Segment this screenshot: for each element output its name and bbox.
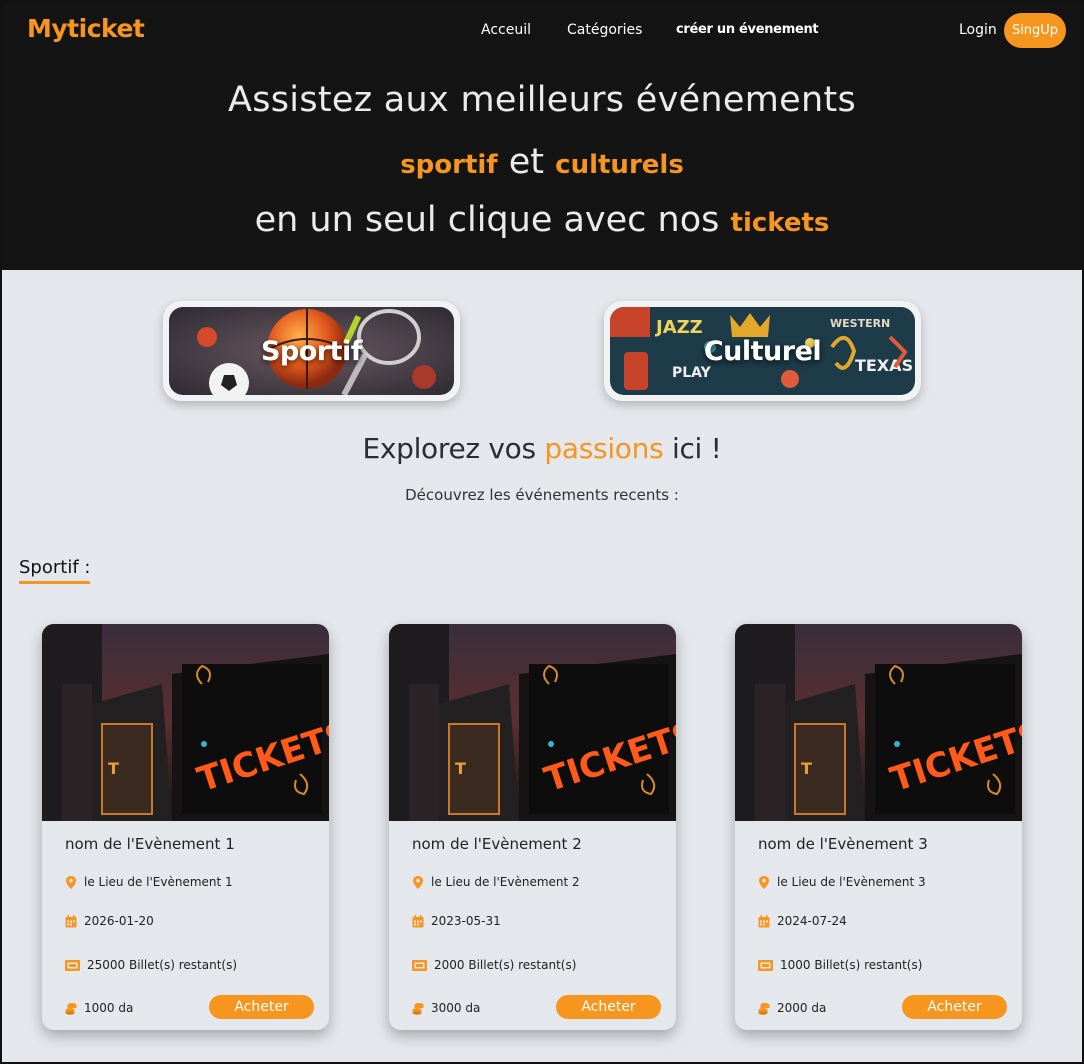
- hero-connector: et: [508, 142, 545, 182]
- event-location-row: le Lieu de l'Evènement 1: [65, 875, 233, 889]
- event-tickets-remaining: 1000 Billet(s) restant(s): [780, 958, 923, 972]
- calendar-icon: [412, 914, 424, 927]
- explore-heading: Explorez vos passions ici !: [0, 432, 1084, 465]
- event-tickets-row: 2000 Billet(s) restant(s): [412, 958, 576, 972]
- map-pin-icon: [413, 875, 423, 889]
- hero-line-1: Assistez aux meilleurs événements: [227, 80, 857, 120]
- coins-icon: [65, 1002, 77, 1015]
- event-date-row: 2024-07-24: [758, 914, 847, 928]
- map-pin-icon: [759, 875, 769, 889]
- explore-subtitle: Découvrez les événements recents :: [405, 486, 679, 504]
- explore-highlight: passions: [544, 432, 664, 465]
- buy-button[interactable]: Acheter: [556, 995, 661, 1019]
- event-tickets-row: 1000 Billet(s) restant(s): [758, 958, 922, 972]
- site-logo[interactable]: Myticket: [27, 14, 145, 43]
- svg-text:PLAY: PLAY: [672, 365, 712, 381]
- hero-highlight-tickets: tickets: [730, 208, 830, 238]
- event-tickets-remaining: 2000 Billet(s) restant(s): [434, 958, 577, 972]
- event-location-row: le Lieu de l'Evènement 3: [758, 875, 926, 889]
- category-sportif-image: Sportif: [169, 307, 454, 395]
- category-sportif-button[interactable]: Sportif: [163, 301, 460, 401]
- event-location: le Lieu de l'Evènement 3: [777, 875, 926, 889]
- hero-header: Myticket Acceuil Catégories créer un éve…: [0, 0, 1084, 270]
- hero-line-3-text: en un seul clique avec nos: [254, 200, 720, 240]
- nav-accueil-link[interactable]: Acceuil: [481, 22, 531, 38]
- event-price-row: 3000 da: [412, 1001, 480, 1015]
- event-price: 2000 da: [777, 1001, 827, 1015]
- hero-line-3: en un seul clique avec nos tickets: [0, 200, 1084, 240]
- category-culturel-image: JAZZ PLAY WESTERN TEXAS Culturel: [610, 307, 915, 395]
- svg-text:T: T: [455, 759, 466, 778]
- event-tickets-remaining: 25000 Billet(s) restant(s): [87, 958, 238, 972]
- coins-icon: [412, 1002, 424, 1015]
- coins-icon: [758, 1002, 770, 1015]
- svg-text:T: T: [801, 759, 812, 778]
- nav-create-event-link[interactable]: créer un évenement: [676, 22, 819, 37]
- svg-text:T: T: [108, 759, 119, 778]
- event-card-3[interactable]: T TICKETS nom de l'Evènement 3 le Lieu d…: [735, 624, 1022, 1030]
- event-date: 2023-05-31: [431, 914, 501, 928]
- event-price-row: 2000 da: [758, 1001, 826, 1015]
- svg-text:JAZZ: JAZZ: [654, 317, 703, 338]
- event-card-2[interactable]: T TICKETS nom de l'Evènement 2 le Lieu d…: [389, 624, 676, 1030]
- event-name: nom de l'Evènement 2: [412, 835, 582, 853]
- event-name: nom de l'Evènement 1: [65, 835, 235, 853]
- nav-categories-link[interactable]: Catégories: [567, 22, 642, 38]
- event-price: 3000 da: [431, 1001, 481, 1015]
- explore-prefix: Explorez vos: [362, 432, 536, 465]
- event-location: le Lieu de l'Evènement 1: [84, 875, 233, 889]
- ticket-icon: [758, 959, 773, 971]
- category-sportif-label: Sportif: [260, 335, 363, 367]
- event-card-1[interactable]: T TICKETS nom de l'Evènement 1 le Lieu d…: [42, 624, 329, 1030]
- ticket-icon: [65, 959, 80, 971]
- svg-text:WESTERN: WESTERN: [830, 317, 890, 330]
- hero-line-2: sportif et culturels: [0, 142, 1084, 182]
- event-name: nom de l'Evènement 3: [758, 835, 928, 853]
- map-pin-icon: [66, 875, 76, 889]
- event-image: T TICKETS: [389, 624, 676, 821]
- explore-suffix: ici !: [671, 432, 722, 465]
- signup-button[interactable]: SingUp: [1004, 13, 1066, 48]
- category-culturel-label: Culturel: [703, 335, 822, 367]
- buy-button[interactable]: Acheter: [209, 995, 314, 1019]
- event-date: 2024-07-24: [777, 914, 847, 928]
- event-date: 2026-01-20: [84, 914, 154, 928]
- calendar-icon: [65, 914, 77, 927]
- hero-highlight-culturels: culturels: [555, 150, 684, 180]
- event-location-row: le Lieu de l'Evènement 2: [412, 875, 580, 889]
- event-image: T TICKETS: [42, 624, 329, 821]
- section-title-sportif: Sportif :: [19, 557, 91, 584]
- ticket-icon: [412, 959, 427, 971]
- hero-highlight-sportif: sportif: [400, 150, 498, 180]
- calendar-icon: [758, 914, 770, 927]
- event-location: le Lieu de l'Evènement 2: [431, 875, 580, 889]
- event-date-row: 2026-01-20: [65, 914, 154, 928]
- event-date-row: 2023-05-31: [412, 914, 501, 928]
- event-tickets-row: 25000 Billet(s) restant(s): [65, 958, 237, 972]
- category-culturel-button[interactable]: JAZZ PLAY WESTERN TEXAS Culturel: [604, 301, 921, 401]
- event-image: T TICKETS: [735, 624, 1022, 821]
- buy-button[interactable]: Acheter: [902, 995, 1007, 1019]
- event-price-row: 1000 da: [65, 1001, 133, 1015]
- event-price: 1000 da: [84, 1001, 134, 1015]
- login-link[interactable]: Login: [959, 22, 997, 38]
- svg-text:TEXAS: TEXAS: [855, 356, 913, 375]
